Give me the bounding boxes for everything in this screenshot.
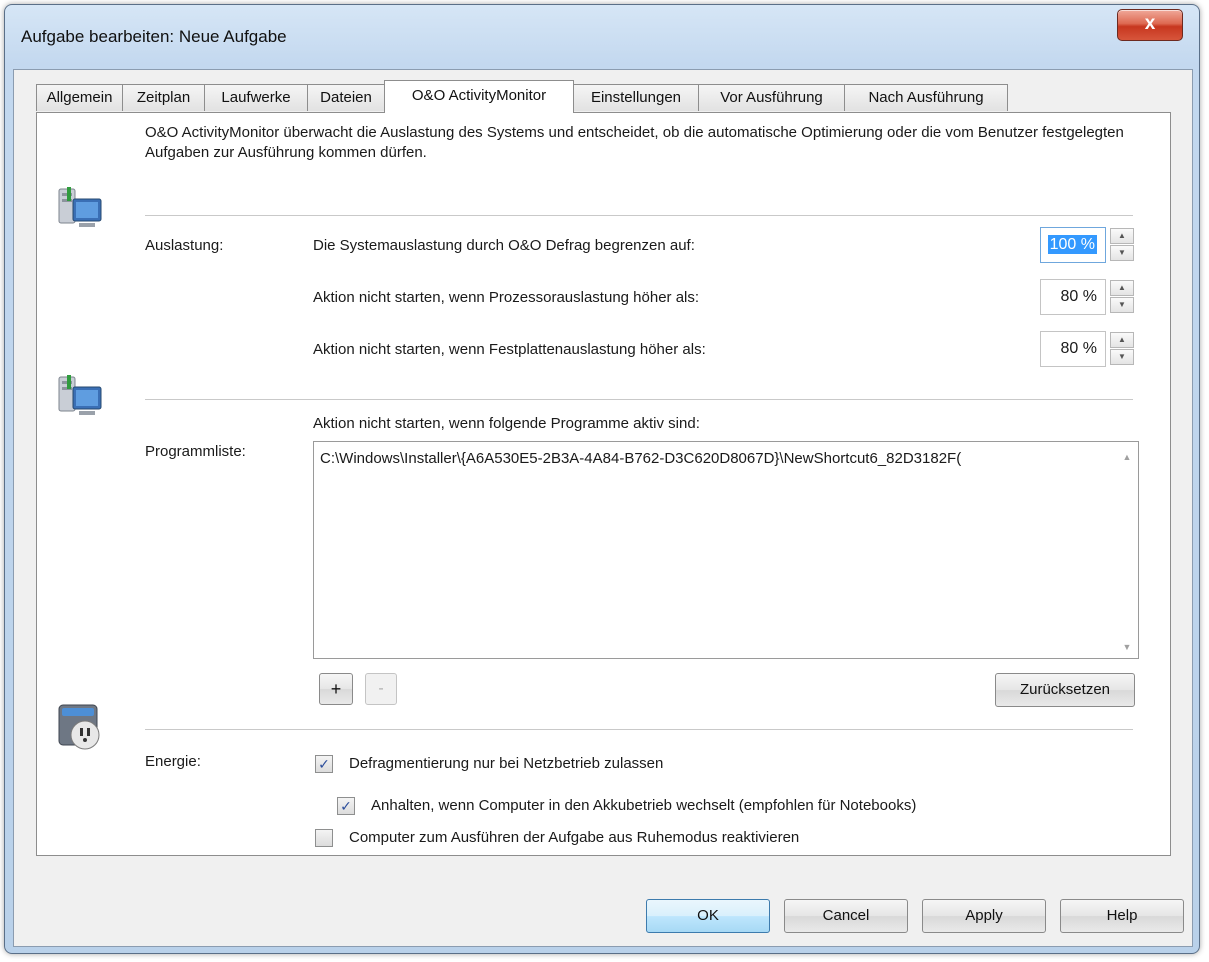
tab-panel-activitymonitor: O&O ActivityMonitor überwacht die Auslas…	[36, 112, 1171, 856]
cpu-load-text: Aktion nicht starten, wenn Prozessorausl…	[313, 289, 700, 306]
close-button[interactable]: x	[1117, 9, 1183, 41]
separator	[145, 215, 1133, 216]
tab-laufwerke[interactable]: Laufwerke	[204, 84, 308, 111]
spinner-buttons: ▲ ▼	[1110, 280, 1134, 314]
monitor-activity-icon	[58, 375, 102, 415]
help-button[interactable]: Help	[1060, 899, 1184, 933]
program-list-label: Programmliste:	[145, 443, 246, 460]
cpu-load-spinner[interactable]: 80 % ▲ ▼	[1040, 279, 1138, 315]
list-scrollbar[interactable]: ▲ ▼	[1116, 442, 1138, 658]
tab-zeitplan[interactable]: Zeitplan	[122, 84, 205, 111]
tab-nach-ausfuehrung[interactable]: Nach Ausführung	[844, 84, 1008, 111]
spin-down-button[interactable]: ▼	[1110, 245, 1134, 261]
scroll-up-icon[interactable]: ▲	[1116, 452, 1138, 462]
load-label: Auslastung:	[145, 237, 224, 254]
spin-down-button[interactable]: ▼	[1110, 349, 1134, 365]
spin-up-button[interactable]: ▲	[1110, 228, 1134, 244]
add-program-button[interactable]: +	[319, 673, 353, 705]
spin-up-button[interactable]: ▲	[1110, 280, 1134, 296]
tab-vor-ausfuehrung[interactable]: Vor Ausführung	[698, 84, 845, 111]
disk-load-field[interactable]: 80 %	[1040, 331, 1106, 367]
wake-from-sleep-checkbox[interactable]	[315, 829, 333, 847]
system-load-spinner[interactable]: 100 % ▲ ▼	[1040, 227, 1138, 263]
power-plug-icon	[58, 704, 100, 750]
ac-power-only-label[interactable]: Defragmentierung nur bei Netzbetrieb zul…	[349, 755, 663, 772]
ok-button[interactable]: OK	[646, 899, 770, 933]
system-load-text: Die Systemauslastung durch O&O Defrag be…	[313, 237, 695, 254]
cpu-load-field[interactable]: 80 %	[1040, 279, 1106, 315]
dialog-window: Aufgabe bearbeiten: Neue Aufgabe x Allge…	[4, 4, 1200, 954]
spin-up-button[interactable]: ▲	[1110, 332, 1134, 348]
remove-program-button[interactable]: -	[365, 673, 397, 705]
disk-load-spinner[interactable]: 80 % ▲ ▼	[1040, 331, 1138, 367]
window-title: Aufgabe bearbeiten: Neue Aufgabe	[21, 27, 287, 46]
tab-einstellungen[interactable]: Einstellungen	[573, 84, 699, 111]
program-listbox[interactable]: C:\Windows\Installer\{A6A530E5-2B3A-4A84…	[313, 441, 1139, 659]
spinner-buttons: ▲ ▼	[1110, 332, 1134, 366]
wake-from-sleep-label[interactable]: Computer zum Ausführen der Aufgabe aus R…	[349, 829, 799, 846]
separator	[145, 729, 1133, 730]
apply-button[interactable]: Apply	[922, 899, 1046, 933]
ac-power-only-checkbox[interactable]: ✓	[315, 755, 333, 773]
pause-on-battery-checkbox[interactable]: ✓	[337, 797, 355, 815]
program-list-heading: Aktion nicht starten, wenn folgende Prog…	[313, 415, 700, 432]
scroll-down-icon[interactable]: ▼	[1116, 642, 1138, 652]
reset-button[interactable]: Zurücksetzen	[995, 673, 1135, 707]
tab-activitymonitor[interactable]: O&O ActivityMonitor	[384, 80, 574, 113]
tab-dateien[interactable]: Dateien	[307, 84, 385, 111]
monitor-activity-icon	[58, 187, 102, 227]
disk-load-text: Aktion nicht starten, wenn Festplattenau…	[313, 341, 706, 358]
intro-text: O&O ActivityMonitor überwacht die Auslas…	[145, 124, 1124, 161]
tab-allgemein[interactable]: Allgemein	[36, 84, 123, 111]
energy-label: Energie:	[145, 753, 201, 770]
title-bar[interactable]: Aufgabe bearbeiten: Neue Aufgabe x	[5, 5, 1199, 69]
system-load-field[interactable]: 100 %	[1040, 227, 1106, 263]
separator	[145, 399, 1133, 400]
pause-on-battery-label[interactable]: Anhalten, wenn Computer in den Akkubetri…	[371, 797, 916, 814]
dialog-client-area: Allgemein Zeitplan Laufwerke Dateien O&O…	[13, 69, 1193, 947]
cancel-button[interactable]: Cancel	[784, 899, 908, 933]
spinner-buttons: ▲ ▼	[1110, 228, 1134, 262]
spin-down-button[interactable]: ▼	[1110, 297, 1134, 313]
list-item[interactable]: C:\Windows\Installer\{A6A530E5-2B3A-4A84…	[320, 450, 1100, 467]
